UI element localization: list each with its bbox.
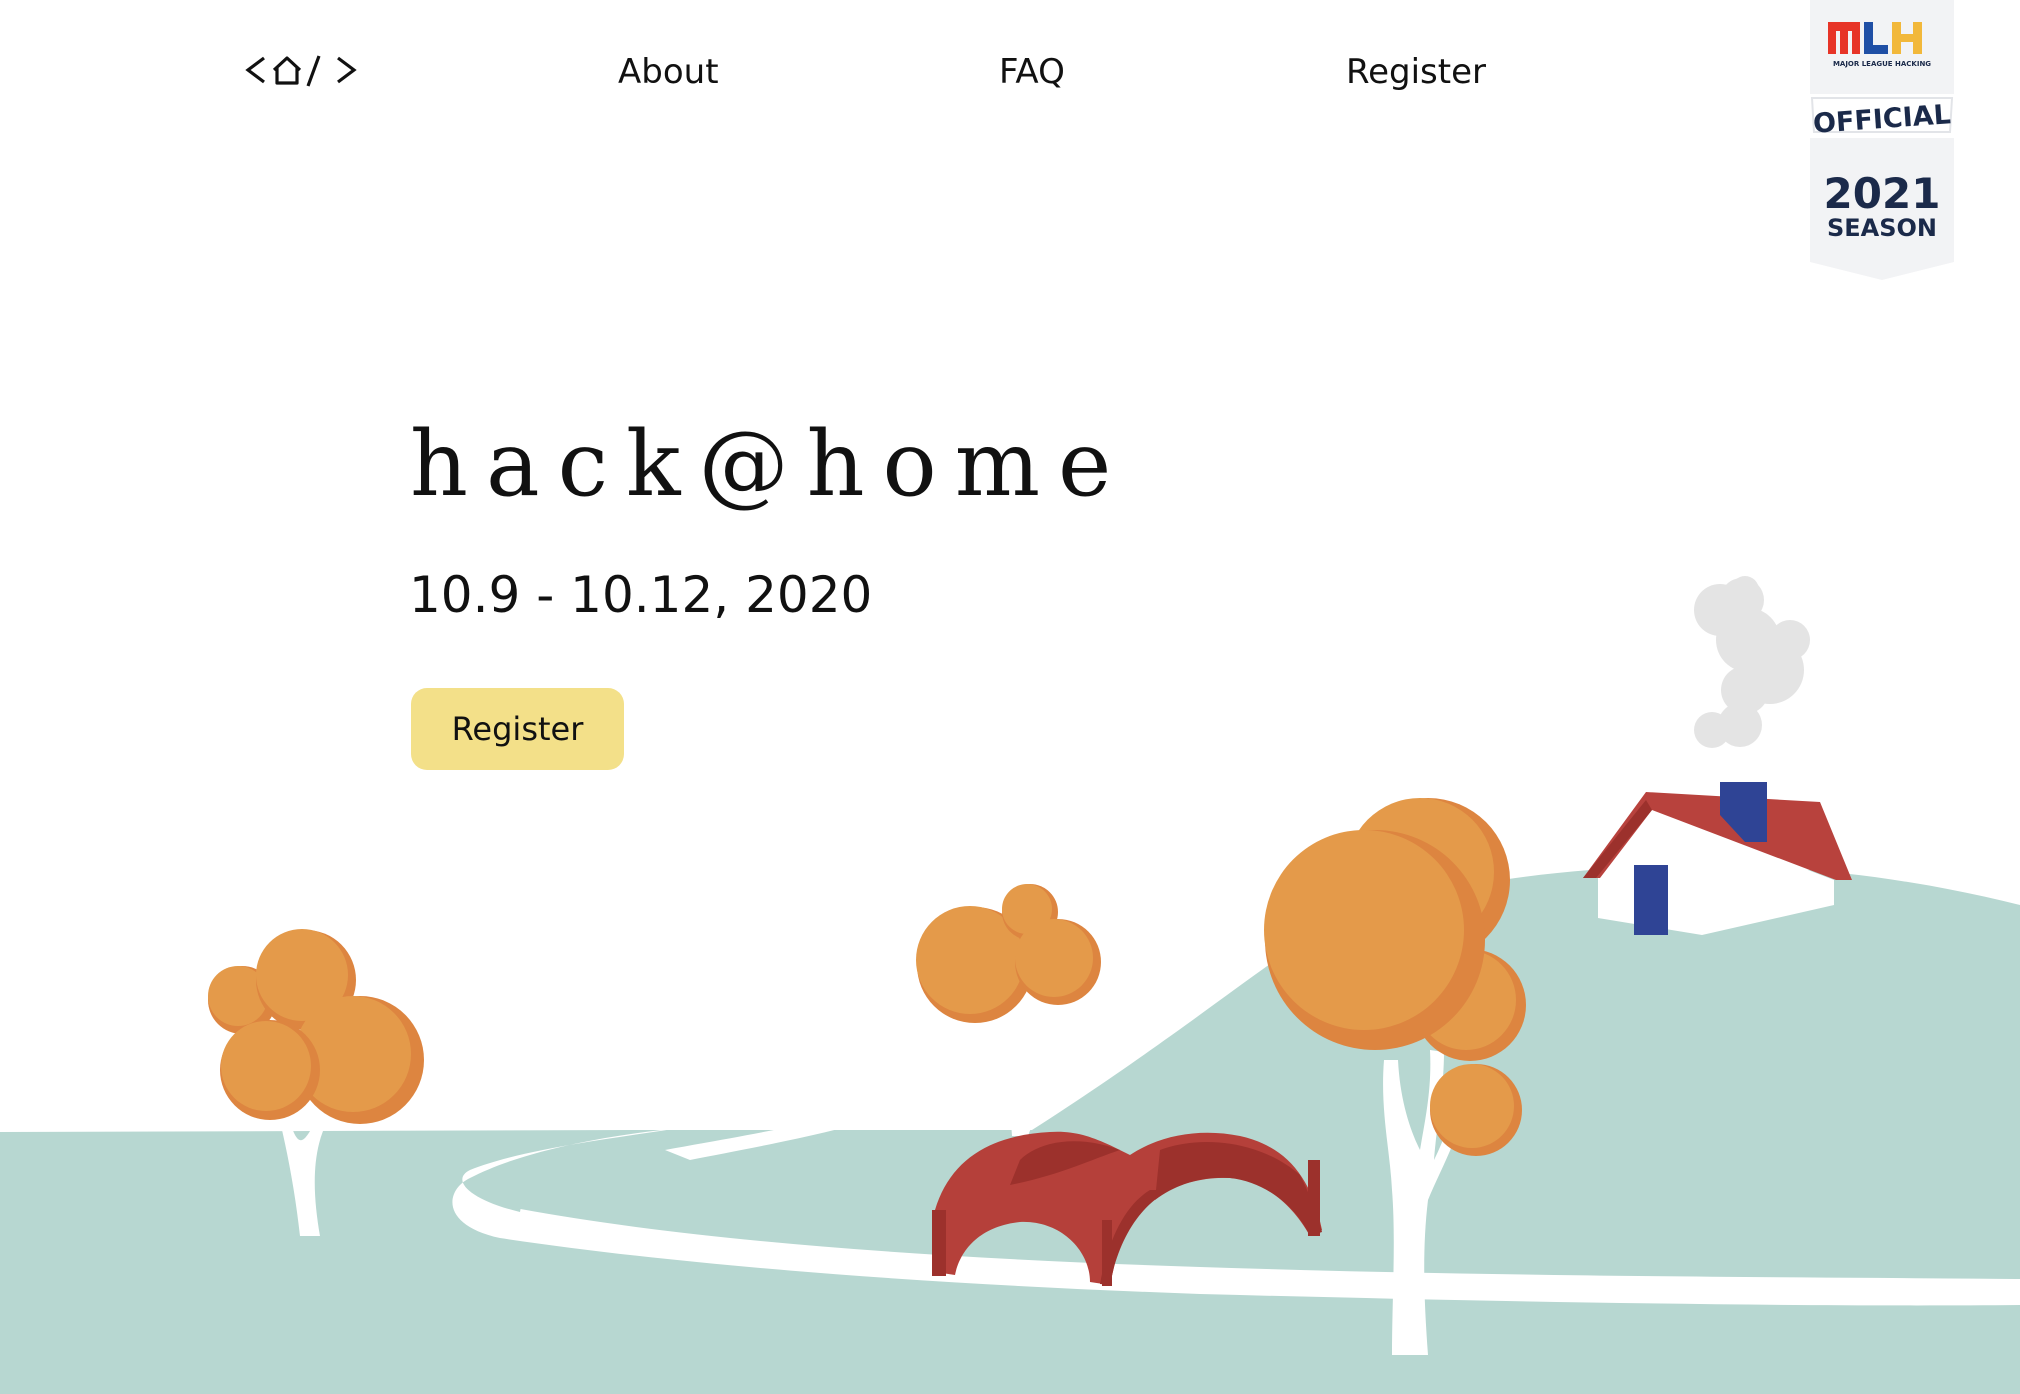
mlh-season-text: SEASON: [1827, 214, 1937, 242]
nav-link-faq[interactable]: FAQ: [999, 52, 1065, 92]
tree-middle: [916, 884, 1101, 1136]
mlh-org-text: MAJOR LEAGUE HACKING: [1833, 60, 1931, 68]
hero-title: hack@home: [410, 412, 1130, 517]
mlh-year-text: 2021: [1824, 169, 1941, 218]
mlh-season-badge[interactable]: MAJOR LEAGUE HACKING OFFICIAL 2021 SEASO…: [1800, 0, 1964, 280]
nav-link-register[interactable]: Register: [1346, 52, 1486, 92]
top-navigation: About FAQ Register: [0, 0, 2020, 160]
landscape-illustration: [0, 576, 2020, 1394]
home-logo-link[interactable]: [244, 50, 360, 90]
event-dates: 10.9 - 10.12, 2020: [409, 566, 873, 624]
chimney-smoke: [1694, 576, 1810, 748]
home-code-icon: [245, 55, 357, 87]
nav-link-about[interactable]: About: [618, 52, 719, 92]
register-button[interactable]: Register: [411, 688, 624, 770]
